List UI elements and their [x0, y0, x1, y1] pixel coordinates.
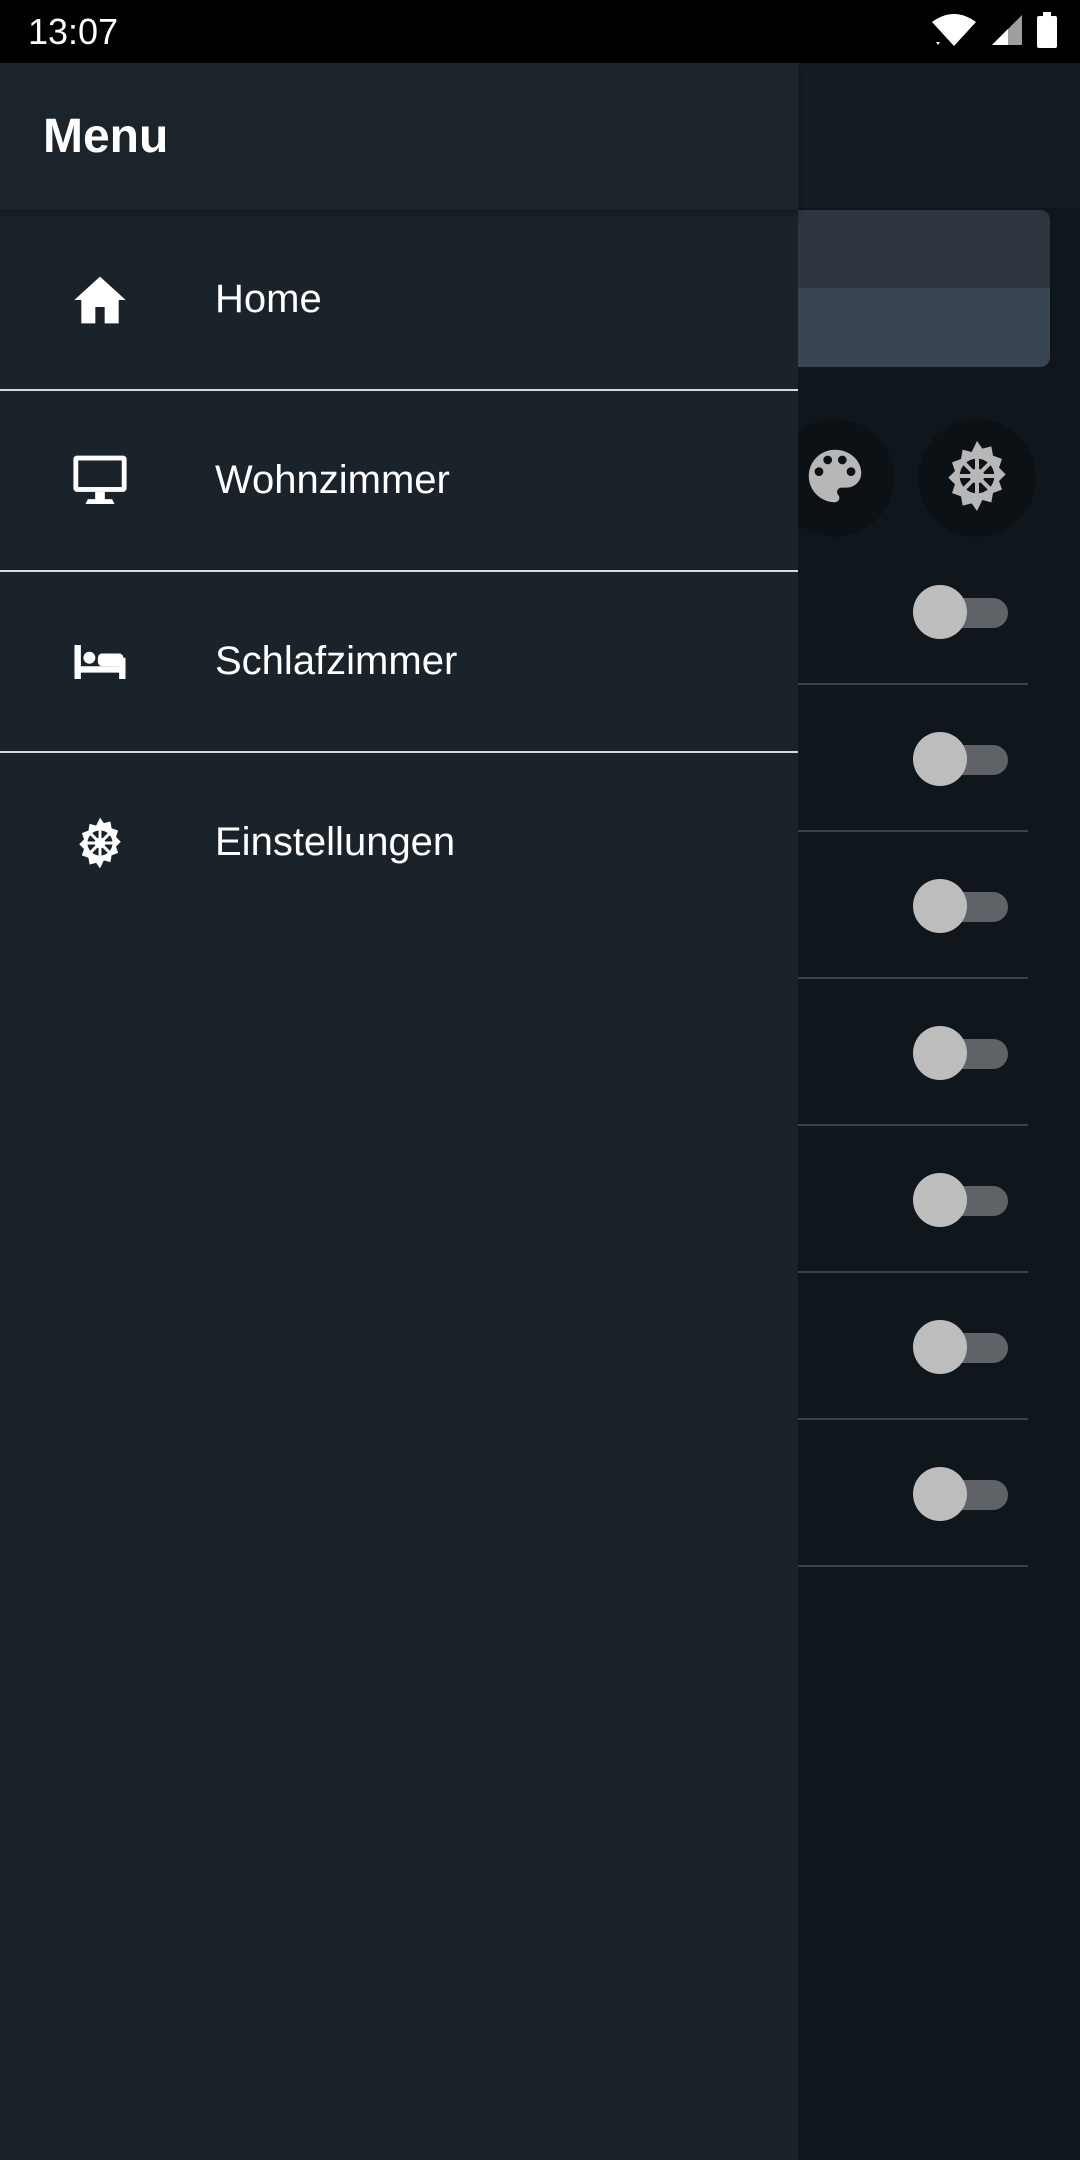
- palette-icon: [800, 441, 870, 516]
- monitor-icon: [70, 451, 130, 511]
- drawer-item-home[interactable]: Home: [0, 210, 798, 391]
- drawer-header: Menu: [0, 63, 798, 210]
- drawer-title: Menu: [43, 110, 169, 163]
- toggle-switch[interactable]: [913, 1172, 1008, 1228]
- home-icon: [70, 270, 130, 330]
- gear-icon: [937, 436, 1017, 521]
- gear-icon: [70, 813, 130, 873]
- drawer-item-wohnzimmer[interactable]: Wohnzimmer: [0, 391, 798, 572]
- cell-signal-icon: [990, 13, 1024, 52]
- toggle-switch[interactable]: [913, 1025, 1008, 1081]
- toggle-switch[interactable]: [913, 1466, 1008, 1522]
- wifi-icon: [930, 12, 978, 53]
- settings-button[interactable]: [918, 419, 1036, 537]
- background-card: [760, 210, 1050, 367]
- drawer-item-label: Schlafzimmer: [215, 639, 458, 683]
- drawer-list: Home Wohnzimmer Schlafzimmer Einstellung…: [0, 210, 798, 934]
- navigation-drawer: Menu Home Wohnzimmer Schlafzimmer Einste…: [0, 63, 798, 2160]
- toggle-switch[interactable]: [913, 731, 1008, 787]
- drawer-item-label: Einstellungen: [215, 820, 456, 864]
- drawer-item-label: Home: [215, 277, 322, 321]
- toggle-switch[interactable]: [913, 584, 1008, 640]
- drawer-item-label: Wohnzimmer: [215, 458, 450, 502]
- battery-icon: [1036, 11, 1058, 53]
- drawer-item-einstellungen[interactable]: Einstellungen: [0, 753, 798, 934]
- drawer-item-schlafzimmer[interactable]: Schlafzimmer: [0, 572, 798, 753]
- toggle-switch[interactable]: [913, 1319, 1008, 1375]
- status-time: 13:07: [28, 11, 119, 52]
- bed-icon: [70, 632, 130, 692]
- status-bar: 13:07: [0, 0, 1080, 63]
- toggle-switch[interactable]: [913, 878, 1008, 934]
- status-icons: [930, 11, 1058, 53]
